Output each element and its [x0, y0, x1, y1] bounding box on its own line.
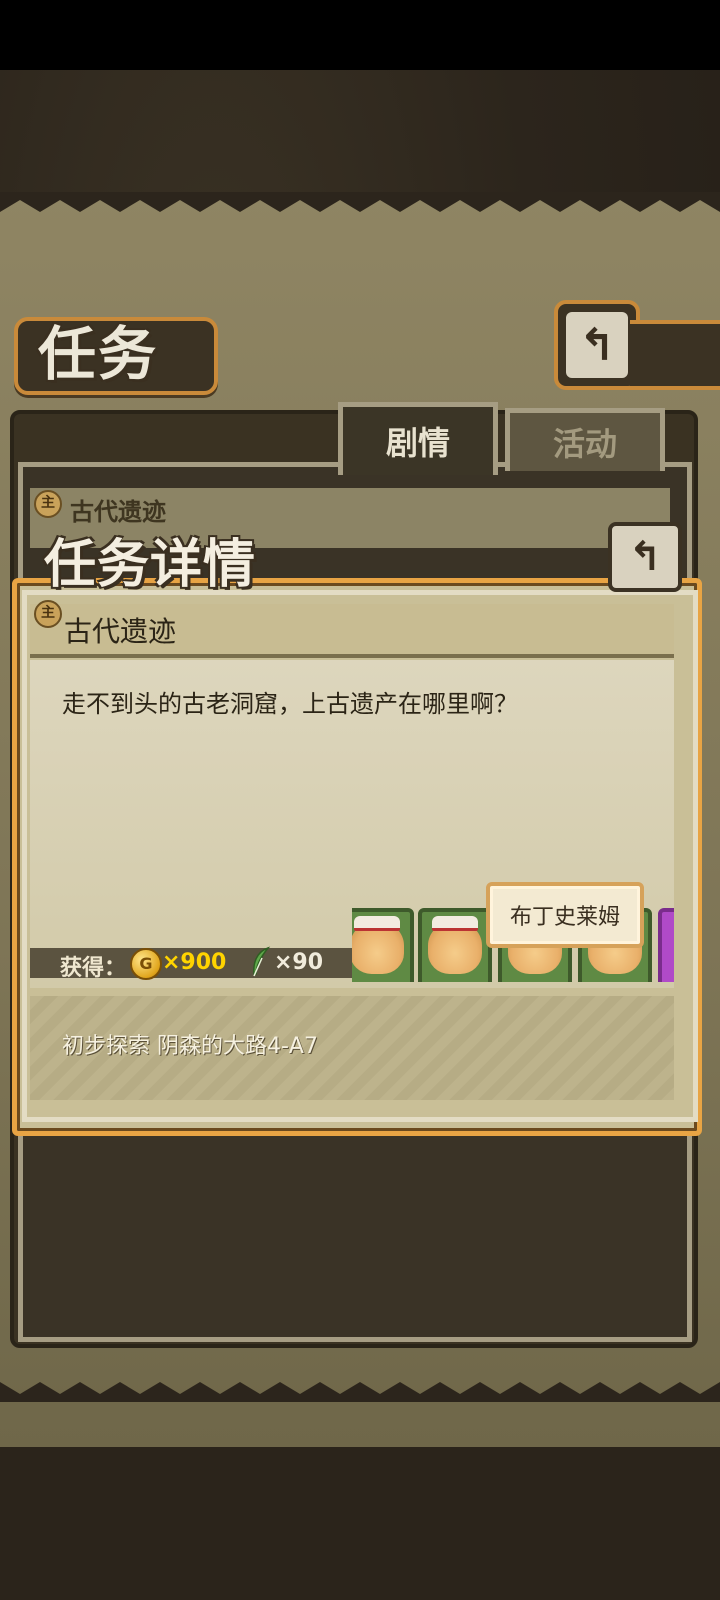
coin-reward-amount: ×900	[162, 950, 227, 975]
rewards-label: 获得：	[60, 956, 127, 981]
quest-header: 主 古代遗迹	[30, 600, 674, 658]
quest-objective: 初步探索 阴森的大路4-A7	[62, 1034, 318, 1059]
bottom-margin	[0, 1447, 720, 1600]
quest-description: 走不到头的古老洞窟，上古遗产在哪里啊？	[62, 690, 518, 718]
monster-card[interactable]	[352, 908, 414, 982]
screen-title: 任务	[38, 320, 159, 388]
back-arrow-icon: ↰	[628, 534, 662, 580]
monster-card[interactable]	[418, 908, 492, 982]
tab-story[interactable]: 剧情	[338, 402, 498, 475]
feather-reward-amount: ×90	[274, 950, 324, 975]
status-bar	[0, 0, 720, 70]
dialog-back-button[interactable]: ↰	[608, 522, 682, 592]
tab-event[interactable]: 活动	[505, 408, 665, 471]
monster-card[interactable]	[658, 908, 674, 982]
back-arrow-icon: ↰	[566, 312, 628, 378]
main-quest-icon: 主	[34, 490, 62, 518]
dialog-title: 任务详情	[44, 534, 257, 595]
back-button[interactable]: ↰	[554, 300, 640, 390]
gold-coin-icon: G	[130, 948, 162, 980]
main-quest-icon: 主	[34, 600, 62, 628]
quest-title: 古代遗迹	[64, 615, 177, 648]
torn-edge-top	[0, 192, 720, 212]
top-right-plate	[630, 320, 720, 390]
torn-edge-bottom	[0, 1382, 720, 1402]
monster-name-tooltip: 布丁史莱姆	[486, 882, 644, 948]
feather-icon	[253, 946, 271, 977]
